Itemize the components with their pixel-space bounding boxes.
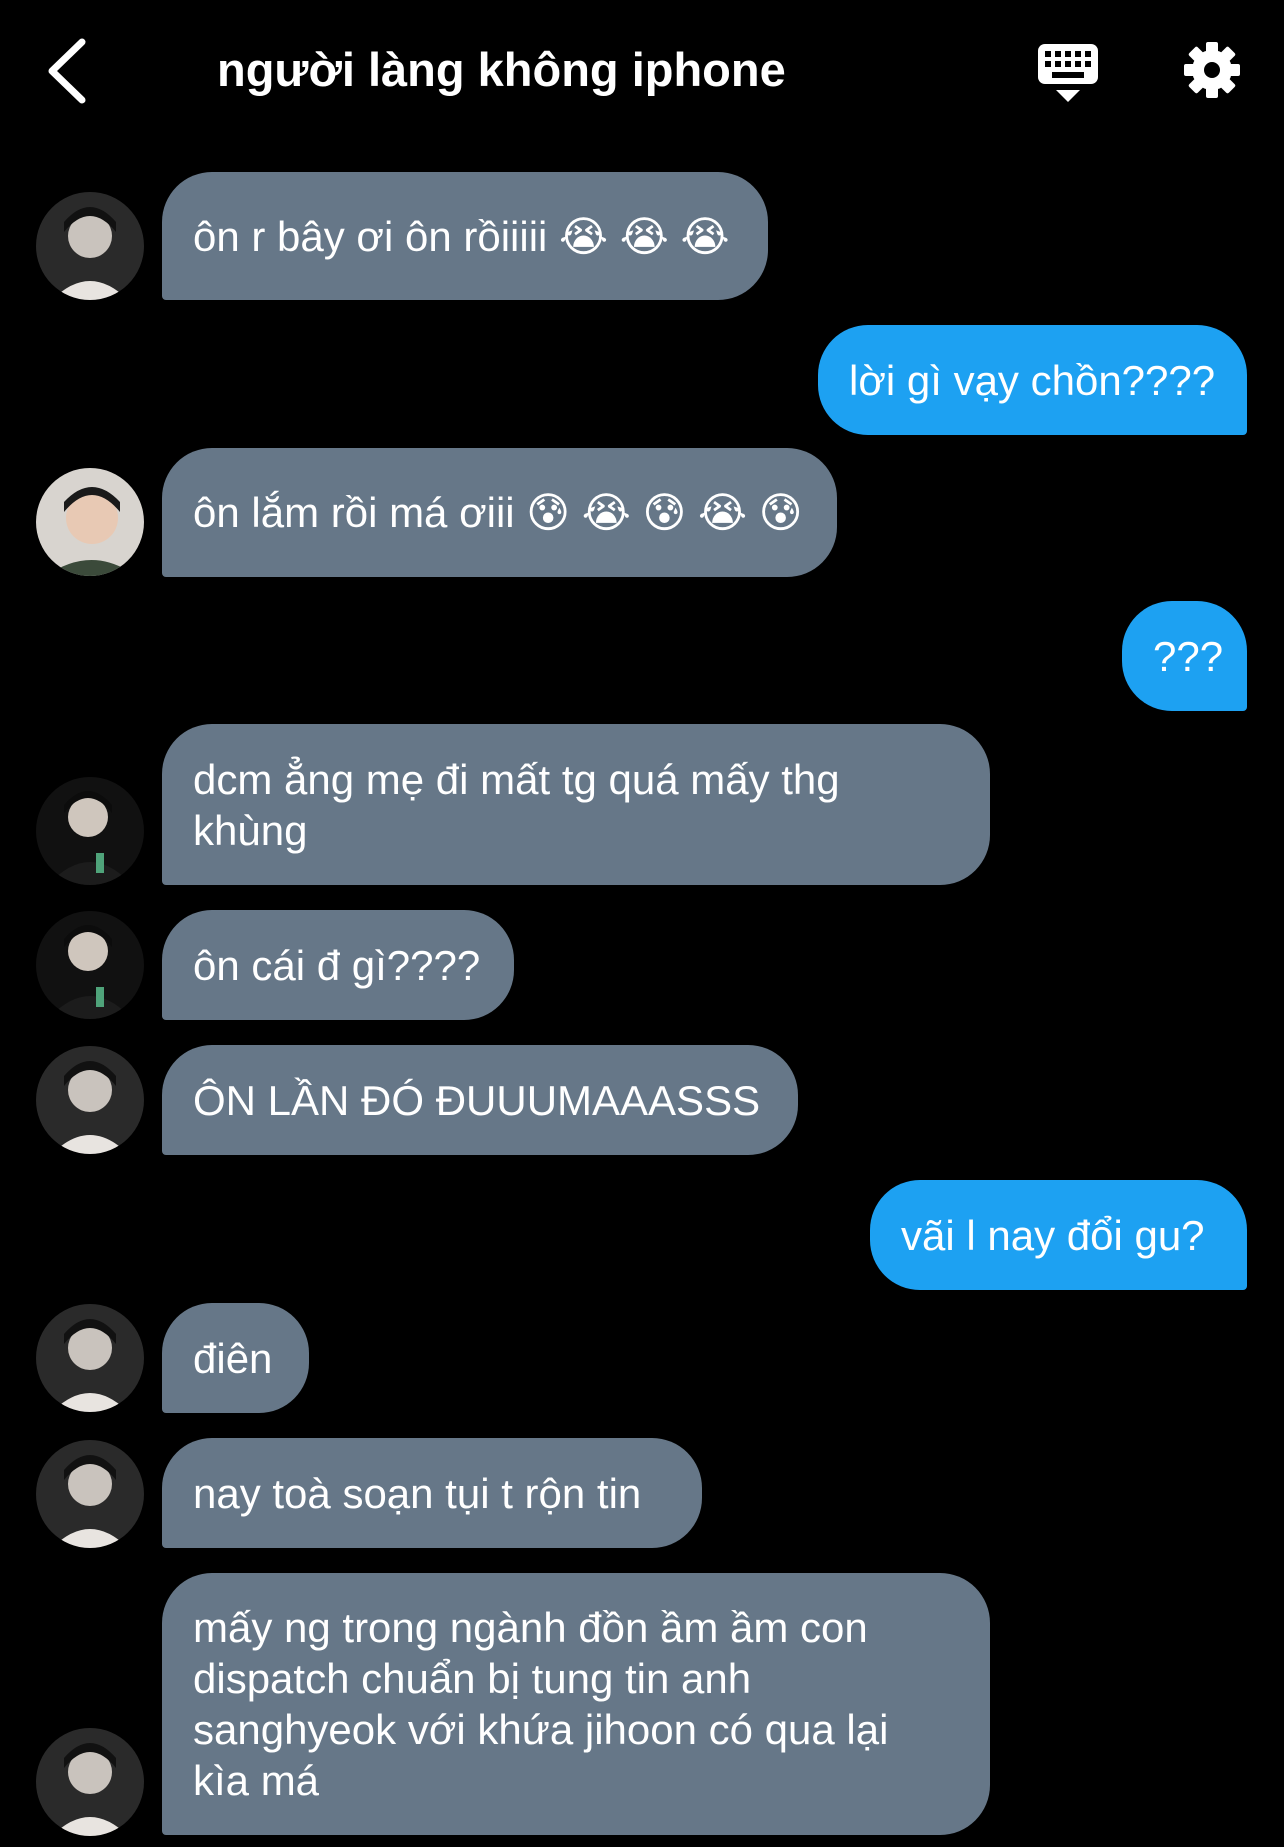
message-bubble-incoming[interactable]: ôn cái đ gì????: [162, 910, 514, 1020]
avatar[interactable]: [36, 1728, 144, 1836]
message-bubble-incoming[interactable]: ÔN LẦN ĐÓ ĐUUUMAAASSS: [162, 1045, 798, 1155]
message-bubble-incoming[interactable]: điên: [162, 1303, 309, 1413]
avatar[interactable]: [36, 468, 144, 576]
keyboard-icon[interactable]: [1036, 42, 1100, 104]
chevron-left-icon[interactable]: [40, 36, 100, 106]
message-bubble-outgoing[interactable]: lời gì vạy chồn????: [818, 325, 1247, 435]
message-bubble-incoming[interactable]: ôn r bây ơi ôn rồiiiii 😭 😭 😭: [162, 172, 768, 300]
message-bubble-outgoing[interactable]: ???: [1122, 601, 1247, 711]
avatar[interactable]: [36, 192, 144, 300]
message-bubble-incoming[interactable]: dcm ẳng mẹ đi mất tg quá mấy thg khùng: [162, 724, 990, 885]
avatar[interactable]: [36, 1046, 144, 1154]
message-bubble-outgoing[interactable]: vãi l nay đổi gu?: [870, 1180, 1247, 1290]
chat-title: người làng không iphone: [217, 43, 786, 96]
gear-icon[interactable]: [1182, 40, 1242, 100]
message-bubble-incoming[interactable]: mấy ng trong ngành đồn ầm ầm con dispatc…: [162, 1573, 990, 1835]
message-bubble-incoming[interactable]: ôn lắm rồi má ơiii 😰 😭 😰 😭 😰: [162, 448, 837, 577]
avatar[interactable]: [36, 777, 144, 885]
avatar[interactable]: [36, 911, 144, 1019]
avatar[interactable]: [36, 1440, 144, 1548]
message-bubble-incoming[interactable]: nay toà soạn tụi t rộn tin: [162, 1438, 702, 1548]
avatar[interactable]: [36, 1304, 144, 1412]
chat-header: người làng không iphone: [0, 0, 1284, 150]
